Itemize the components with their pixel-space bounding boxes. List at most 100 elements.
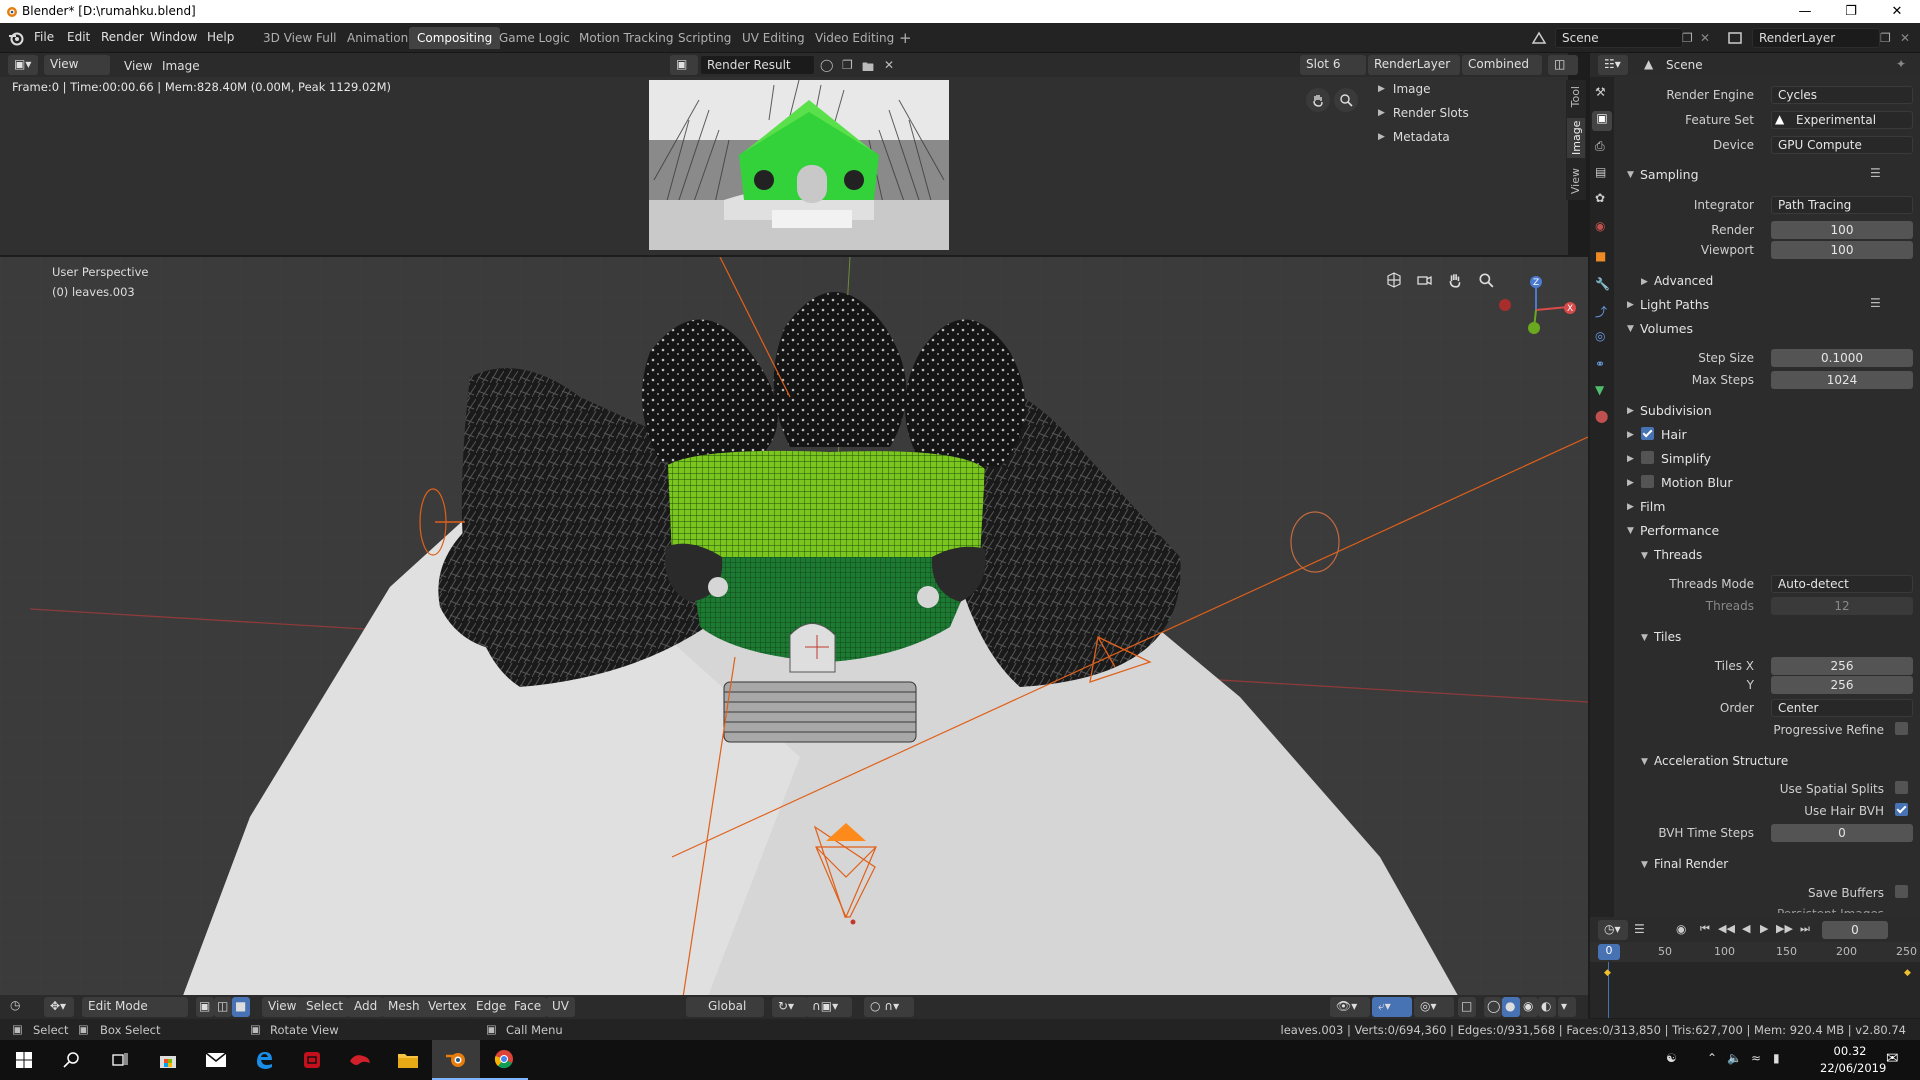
menu-help[interactable]: Help — [207, 30, 234, 44]
light-paths-presets-icon[interactable]: ☰ — [1870, 296, 1881, 310]
pin-icon[interactable]: ✦ — [1896, 57, 1906, 71]
max-steps-field[interactable]: 1024 — [1771, 371, 1913, 389]
edit-mode-dropdown[interactable]: Edit Mode — [82, 997, 188, 1017]
add-workspace-button[interactable]: + — [891, 25, 920, 47]
proportional-edit-toggle[interactable]: ○ ∩▾ — [864, 997, 914, 1017]
overlays-dropdown[interactable]: ◎▾ — [1414, 997, 1454, 1017]
start-button[interactable] — [0, 1040, 48, 1080]
action-center-icon[interactable]: ✉ — [1886, 1049, 1899, 1067]
menu-render[interactable]: Render — [101, 30, 144, 44]
clock-time[interactable]: 00.32 — [1820, 1044, 1880, 1058]
tool-tab-icon[interactable]: ⚒ — [1595, 85, 1606, 99]
advanced-subpanel[interactable]: Advanced — [1654, 274, 1713, 288]
sidebar-panel-metadata[interactable]: ▶ Metadata — [1378, 130, 1450, 144]
shading-options-dropdown[interactable]: ▾ — [1558, 997, 1576, 1017]
viewport-menu-add[interactable]: Add — [348, 997, 384, 1017]
red-app-2[interactable] — [336, 1040, 384, 1080]
image-menu-view[interactable]: View — [124, 59, 152, 73]
step-size-field[interactable]: 0.1000 — [1771, 349, 1913, 367]
modifier-tab-icon[interactable]: 🔧 — [1595, 277, 1610, 291]
battery-icon[interactable]: ▮ — [1773, 1051, 1780, 1065]
image-view-dropdown[interactable]: View — [44, 55, 110, 75]
next-keyframe-icon[interactable]: ▶▶ — [1776, 922, 1793, 935]
display-channels-button[interactable]: ◫ — [1548, 55, 1578, 75]
device-dropdown[interactable]: GPU Compute — [1771, 136, 1913, 154]
render-tab-icon[interactable]: ▣ — [1592, 111, 1612, 131]
volumes-panel-header[interactable]: Volumes — [1640, 321, 1693, 336]
viewport-menu-uv[interactable]: UV — [546, 997, 575, 1017]
scene-name-field[interactable]: Scene — [1555, 28, 1683, 48]
tile-order-dropdown[interactable]: Center — [1771, 699, 1913, 717]
tab-view[interactable]: View — [1569, 168, 1582, 194]
volume-muted-icon[interactable]: 🔈 — [1727, 1051, 1742, 1065]
search-button[interactable] — [48, 1040, 96, 1080]
pivot-point-dropdown[interactable]: ↻▾ — [772, 997, 808, 1017]
sampling-presets-icon[interactable]: ☰ — [1870, 166, 1881, 180]
xray-toggle[interactable]: □ — [1458, 997, 1476, 1017]
new-image-icon[interactable]: ❐ — [842, 58, 853, 72]
viewport-pan-icon[interactable] — [1444, 269, 1466, 291]
particles-tab-icon[interactable]: ⤴ — [1595, 303, 1607, 320]
play-reverse-icon[interactable]: ◀ — [1742, 922, 1750, 935]
view-layer-tab-icon[interactable]: ▤ — [1595, 165, 1606, 179]
physics-tab-icon[interactable]: ◎ — [1595, 329, 1605, 343]
image-name-field[interactable]: Render Result — [700, 55, 815, 75]
tab-game-logic[interactable]: Game Logic — [491, 27, 578, 49]
menu-file[interactable]: File — [34, 30, 54, 44]
maximize-button[interactable]: ❐ — [1828, 0, 1874, 23]
view-layer-icon[interactable] — [1722, 29, 1748, 47]
threads-mode-dropdown[interactable]: Auto-detect — [1771, 575, 1913, 593]
viewport-editor-type-button[interactable]: ✥▾ — [44, 997, 74, 1017]
timeline-area[interactable]: ◆ ◆ — [1590, 962, 1920, 1018]
simplify-checkbox[interactable] — [1641, 451, 1654, 464]
people-icon[interactable]: ☯ — [1666, 1051, 1677, 1065]
timeline-ruler[interactable]: 0 50 100 150 200 250 — [1590, 942, 1920, 962]
minimize-button[interactable]: — — [1782, 0, 1828, 23]
subdivision-panel-header[interactable]: Subdivision — [1640, 403, 1712, 418]
tiles-x-field[interactable]: 256 — [1771, 657, 1913, 675]
acceleration-structure-subpanel[interactable]: Acceleration Structure — [1654, 754, 1788, 768]
save-buffers-checkbox[interactable] — [1895, 885, 1908, 898]
tab-image[interactable]: Image — [1567, 118, 1585, 158]
solid-shading-icon[interactable]: ● — [1502, 997, 1520, 1017]
menu-edit[interactable]: Edit — [67, 30, 90, 44]
tab-uv-editing[interactable]: UV Editing — [734, 27, 813, 49]
hair-bvh-checkbox[interactable] — [1895, 803, 1908, 816]
viewport-menu-view[interactable]: View — [262, 997, 303, 1017]
clock-date[interactable]: 22/06/2019 — [1820, 1061, 1886, 1075]
visibility-dropdown[interactable]: 👁▾ — [1330, 997, 1370, 1017]
zoom-icon[interactable] — [1334, 88, 1358, 112]
motion-blur-checkbox[interactable] — [1641, 475, 1654, 488]
editor-type-viewport-icon[interactable]: ◷ — [10, 998, 20, 1012]
tab-motion-tracking[interactable]: Motion Tracking — [571, 27, 681, 49]
viewport-menu-edge[interactable]: Edge — [470, 997, 513, 1017]
tab-video-editing[interactable]: Video Editing — [807, 27, 902, 49]
object-tab-icon[interactable]: ■ — [1595, 249, 1606, 263]
progressive-refine-checkbox[interactable] — [1895, 722, 1908, 735]
viewport-menu-select[interactable]: Select — [300, 997, 350, 1017]
jump-end-icon[interactable]: ⏭ — [1800, 922, 1810, 936]
feature-set-dropdown[interactable]: Experimental — [1771, 111, 1913, 129]
scene-selector-icon[interactable] — [1526, 29, 1552, 47]
delete-scene-icon[interactable]: ✕ — [1700, 31, 1710, 45]
grid-toggle-icon[interactable] — [1383, 269, 1405, 291]
performance-panel-header[interactable]: Performance — [1640, 523, 1719, 538]
scene-tab-icon[interactable]: ✿ — [1595, 191, 1605, 205]
blender-taskbar-app[interactable] — [432, 1040, 480, 1080]
final-render-subpanel[interactable]: Final Render — [1654, 857, 1728, 871]
sidebar-panel-image[interactable]: ▶ Image — [1378, 82, 1431, 96]
spatial-splits-checkbox[interactable] — [1895, 781, 1908, 794]
world-tab-icon[interactable]: ◉ — [1595, 219, 1605, 233]
transform-orientation-dropdown[interactable]: Global — [686, 997, 764, 1017]
properties-editor-type-button[interactable]: ☷▾ — [1598, 55, 1628, 75]
tiles-y-field[interactable]: 256 — [1771, 676, 1913, 694]
material-shading-icon[interactable]: ◉ — [1520, 997, 1538, 1017]
gizmo-toggle[interactable]: ⤶▾ — [1372, 997, 1412, 1017]
simplify-panel-header[interactable]: Simplify — [1661, 451, 1711, 466]
face-select-icon[interactable]: ■ — [232, 997, 250, 1017]
mail-app[interactable] — [192, 1040, 240, 1080]
current-frame-field[interactable]: 0 — [1822, 921, 1888, 939]
chrome-app[interactable] — [480, 1040, 528, 1080]
output-tab-icon[interactable]: ⎙ — [1595, 139, 1605, 154]
light-paths-panel-header[interactable]: Light Paths — [1640, 297, 1709, 312]
